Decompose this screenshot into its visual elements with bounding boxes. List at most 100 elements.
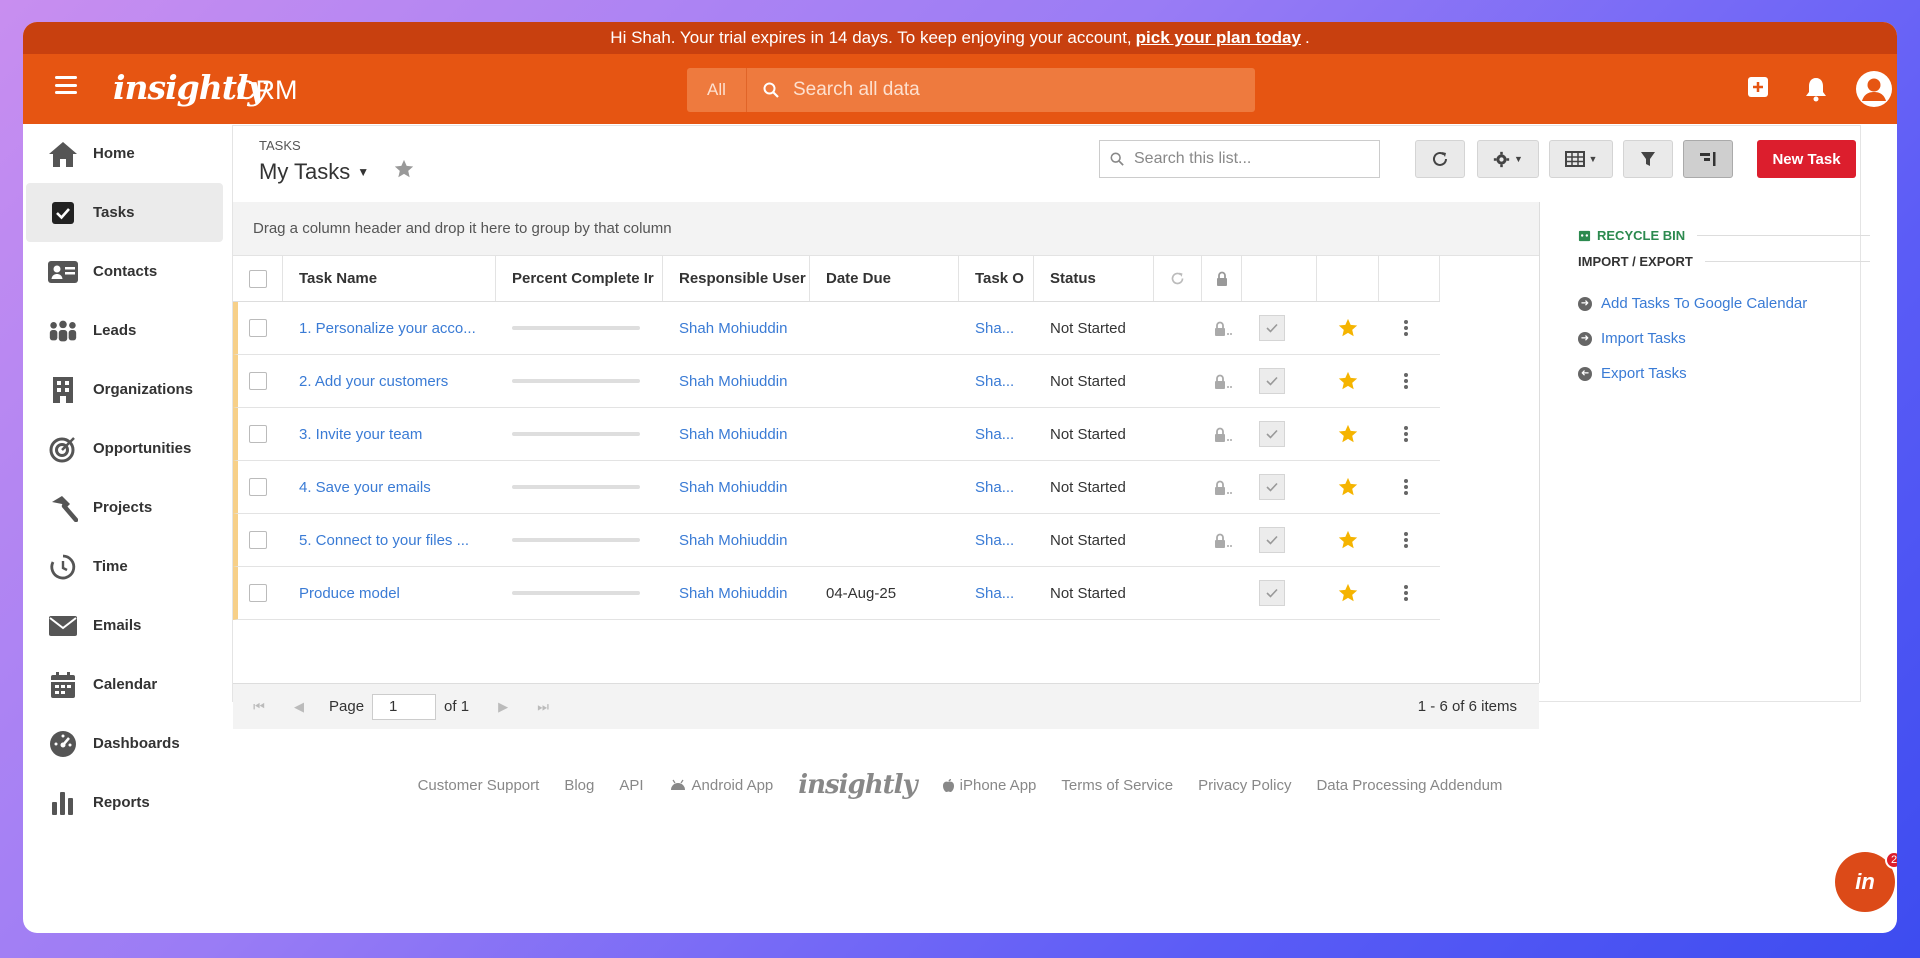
task-owner-cell[interactable]: Sha... bbox=[959, 567, 1034, 619]
task-name-cell[interactable]: 4. Save your emails bbox=[283, 461, 496, 513]
row-checkbox[interactable] bbox=[249, 478, 267, 496]
import-tasks-link[interactable]: ➜ Import Tasks bbox=[1578, 321, 1870, 356]
row-checkbox[interactable] bbox=[249, 319, 267, 337]
add-to-google-calendar-link[interactable]: ➜ Add Tasks To Google Calendar bbox=[1578, 286, 1870, 321]
row-checkbox[interactable] bbox=[249, 584, 267, 602]
sidebar-item-organizations[interactable]: Organizations bbox=[23, 360, 226, 419]
sidebar-item-projects[interactable]: Projects bbox=[23, 478, 226, 537]
task-name-link[interactable]: 5. Connect to your files ... bbox=[299, 532, 469, 549]
pick-plan-link[interactable]: pick your plan today bbox=[1136, 28, 1301, 48]
filter-button[interactable] bbox=[1623, 140, 1673, 178]
task-owner-link[interactable]: Sha... bbox=[975, 585, 1014, 602]
grid-layout-button[interactable]: ▼ bbox=[1549, 140, 1613, 178]
list-search-input[interactable]: Search this list... bbox=[1134, 150, 1251, 168]
star-icon[interactable] bbox=[1337, 370, 1359, 392]
responsible-user-link[interactable]: Shah Mohiuddin bbox=[679, 532, 787, 549]
search-scope-dropdown[interactable]: All bbox=[687, 68, 747, 112]
footer-link-privacy[interactable]: Privacy Policy bbox=[1198, 777, 1291, 794]
column-header-permissions[interactable] bbox=[1202, 256, 1242, 301]
task-owner-cell[interactable]: Sha... bbox=[959, 302, 1034, 354]
responsible-user-cell[interactable]: Shah Mohiuddin bbox=[663, 355, 810, 407]
toggle-side-panel-button[interactable] bbox=[1683, 140, 1733, 178]
sidebar-item-opportunities[interactable]: Opportunities bbox=[23, 419, 226, 478]
bell-icon[interactable] bbox=[1804, 76, 1828, 102]
sidebar-item-calendar[interactable]: Calendar bbox=[23, 655, 226, 714]
sidebar-item-home[interactable]: Home bbox=[23, 124, 226, 183]
responsible-user-cell[interactable]: Shah Mohiuddin bbox=[663, 408, 810, 460]
more-vertical-icon[interactable] bbox=[1403, 531, 1409, 549]
task-name-link[interactable]: 3. Invite your team bbox=[299, 426, 422, 443]
export-tasks-link[interactable]: ➜ Export Tasks bbox=[1578, 356, 1870, 391]
responsible-user-cell[interactable]: Shah Mohiuddin bbox=[663, 302, 810, 354]
table-row[interactable]: 1. Personalize your acco... Shah Mohiuddi… bbox=[233, 302, 1440, 355]
star-icon[interactable] bbox=[1337, 582, 1359, 604]
responsible-user-link[interactable]: Shah Mohiuddin bbox=[679, 426, 787, 443]
favorite-star-icon[interactable] bbox=[393, 158, 415, 180]
prev-page-icon[interactable]: ◀ bbox=[279, 699, 319, 715]
recycle-bin-link[interactable]: RECYCLE BIN bbox=[1578, 222, 1870, 248]
sidebar-item-time[interactable]: Time bbox=[23, 537, 226, 596]
add-icon[interactable] bbox=[1747, 76, 1769, 98]
task-name-link[interactable]: 1. Personalize your acco... bbox=[299, 320, 476, 337]
column-header-status[interactable]: Status bbox=[1034, 256, 1154, 301]
new-task-button[interactable]: New Task bbox=[1757, 140, 1856, 178]
sidebar-item-tasks[interactable]: Tasks bbox=[26, 183, 223, 242]
task-name-cell[interactable]: 2. Add your customers bbox=[283, 355, 496, 407]
mark-complete-button[interactable] bbox=[1259, 421, 1285, 447]
first-page-icon[interactable]: ⏮ bbox=[239, 699, 279, 715]
task-owner-cell[interactable]: Sha... bbox=[959, 355, 1034, 407]
responsible-user-link[interactable]: Shah Mohiuddin bbox=[679, 585, 787, 602]
responsible-user-cell[interactable]: Shah Mohiuddin bbox=[663, 461, 810, 513]
list-search-field[interactable]: Search this list... bbox=[1099, 140, 1380, 178]
footer-link-blog[interactable]: Blog bbox=[564, 777, 594, 794]
group-by-drop-zone[interactable]: Drag a column header and drop it here to… bbox=[233, 202, 1539, 256]
task-owner-cell[interactable]: Sha... bbox=[959, 408, 1034, 460]
footer-link-iphone[interactable]: iPhone App bbox=[942, 777, 1036, 794]
more-vertical-icon[interactable] bbox=[1403, 425, 1409, 443]
mark-complete-button[interactable] bbox=[1259, 368, 1285, 394]
row-checkbox[interactable] bbox=[249, 531, 267, 549]
more-vertical-icon[interactable] bbox=[1403, 319, 1409, 337]
settings-button[interactable]: ▼ bbox=[1477, 140, 1539, 178]
mark-complete-button[interactable] bbox=[1259, 580, 1285, 606]
task-owner-link[interactable]: Sha... bbox=[975, 426, 1014, 443]
column-header-date-due[interactable]: Date Due bbox=[810, 256, 959, 301]
task-name-cell[interactable]: Produce model bbox=[283, 567, 496, 619]
task-name-cell[interactable]: 3. Invite your team bbox=[283, 408, 496, 460]
mark-complete-button[interactable] bbox=[1259, 527, 1285, 553]
more-vertical-icon[interactable] bbox=[1403, 584, 1409, 602]
task-name-cell[interactable]: 1. Personalize your acco... bbox=[283, 302, 496, 354]
select-all-checkbox[interactable] bbox=[249, 269, 267, 288]
star-icon[interactable] bbox=[1337, 423, 1359, 445]
task-owner-link[interactable]: Sha... bbox=[975, 373, 1014, 390]
table-row[interactable]: 2. Add your customers Shah Mohiuddin Sha..… bbox=[233, 355, 1440, 408]
last-page-icon[interactable]: ⏭ bbox=[523, 699, 563, 715]
menu-icon[interactable] bbox=[55, 76, 77, 94]
task-name-link[interactable]: Produce model bbox=[299, 585, 400, 602]
task-name-cell[interactable]: 5. Connect to your files ... bbox=[283, 514, 496, 566]
star-icon[interactable] bbox=[1337, 476, 1359, 498]
next-page-icon[interactable]: ▶ bbox=[483, 699, 523, 715]
column-header-responsible-user[interactable]: Responsible User bbox=[663, 256, 810, 301]
table-row[interactable]: 5. Connect to your files ... Shah Mohiudd… bbox=[233, 514, 1440, 567]
footer-link-android[interactable]: Android App bbox=[669, 777, 773, 794]
responsible-user-link[interactable]: Shah Mohiuddin bbox=[679, 479, 787, 496]
global-search-input[interactable]: Search all data bbox=[793, 79, 920, 101]
mark-complete-button[interactable] bbox=[1259, 474, 1285, 500]
view-selector[interactable]: My Tasks ▼ bbox=[259, 159, 369, 185]
column-header-recurring[interactable] bbox=[1154, 256, 1202, 301]
row-checkbox[interactable] bbox=[249, 425, 267, 443]
sidebar-item-contacts[interactable]: Contacts bbox=[23, 242, 226, 301]
column-header-percent-complete[interactable]: Percent Complete Ir bbox=[496, 256, 663, 301]
star-icon[interactable] bbox=[1337, 529, 1359, 551]
sidebar-item-dashboards[interactable]: Dashboards bbox=[23, 714, 226, 773]
star-icon[interactable] bbox=[1337, 317, 1359, 339]
global-search[interactable]: All Search all data bbox=[687, 68, 1255, 112]
task-owner-cell[interactable]: Sha... bbox=[959, 514, 1034, 566]
footer-link-support[interactable]: Customer Support bbox=[418, 777, 540, 794]
footer-link-api[interactable]: API bbox=[619, 777, 643, 794]
responsible-user-link[interactable]: Shah Mohiuddin bbox=[679, 373, 787, 390]
task-owner-link[interactable]: Sha... bbox=[975, 479, 1014, 496]
footer-link-dpa[interactable]: Data Processing Addendum bbox=[1316, 777, 1502, 794]
table-row[interactable]: 4. Save your emails Shah Mohiuddin Sha... N… bbox=[233, 461, 1440, 514]
